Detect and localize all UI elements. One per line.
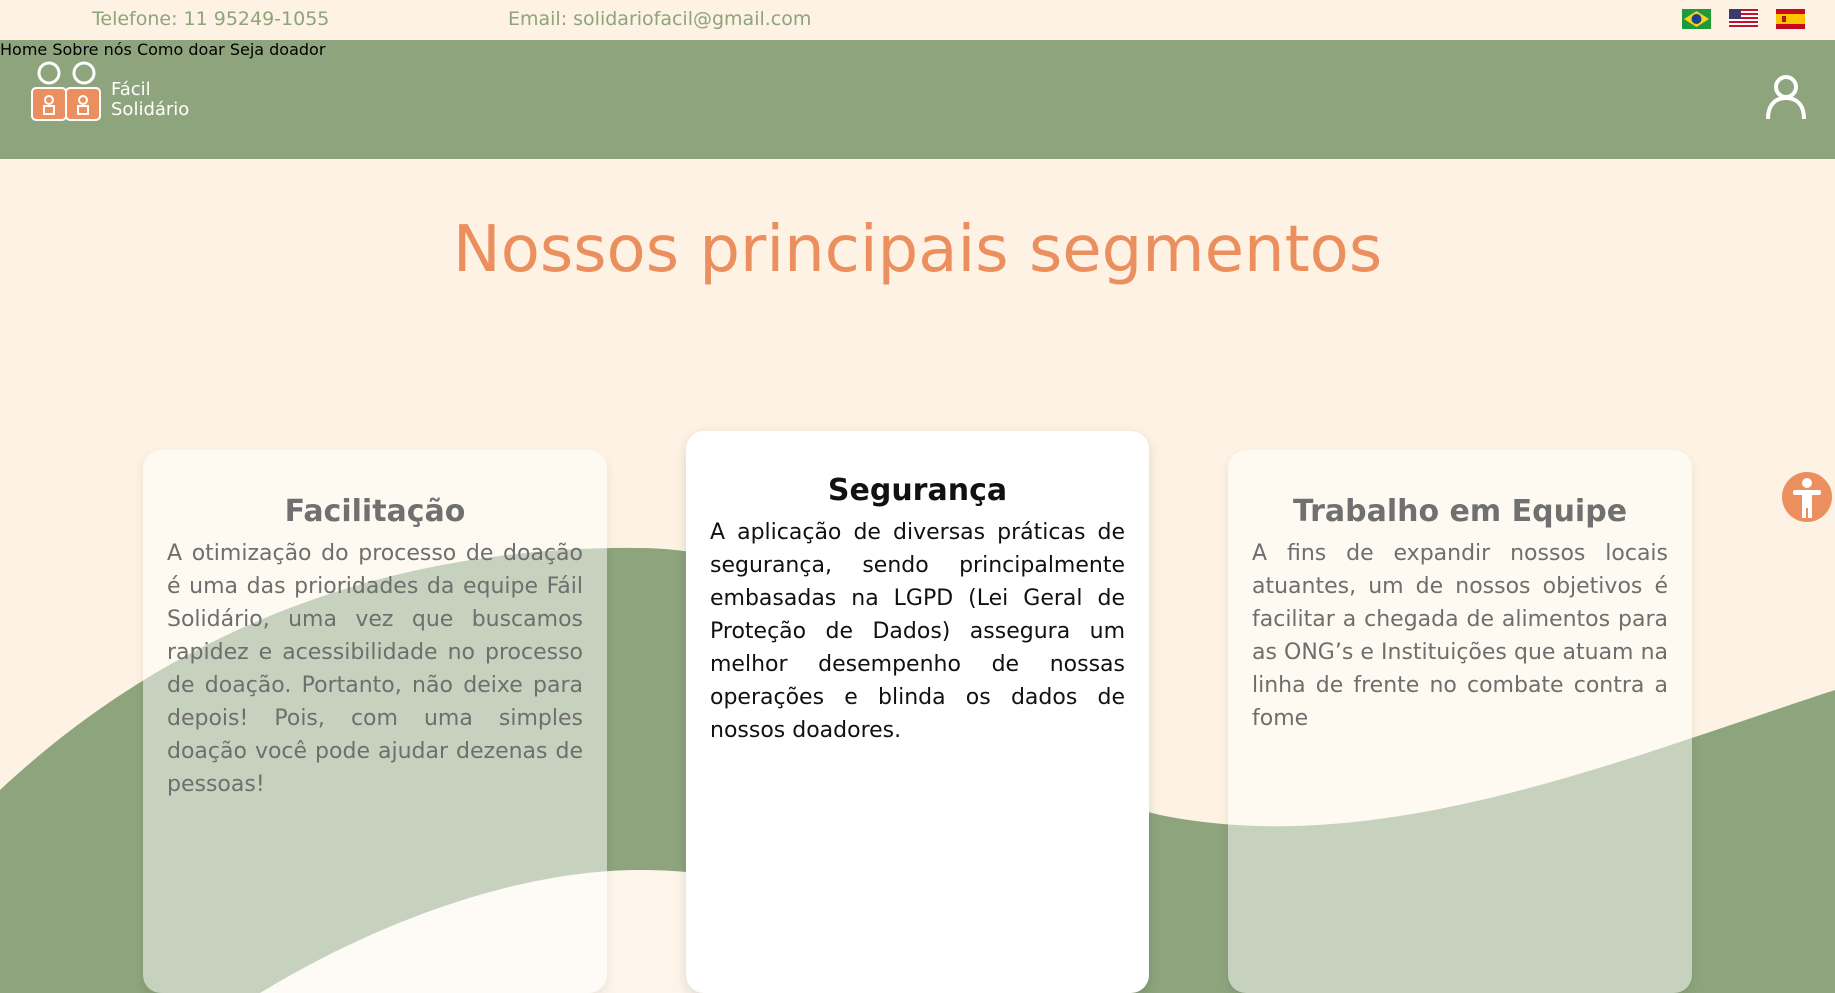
accessibility-icon <box>1793 478 1821 518</box>
card-title: Facilitação <box>284 494 466 529</box>
card-text: A otimização do processo de doação é uma… <box>167 541 583 797</box>
card-text: A fins de expandir nossos locais atuante… <box>1252 541 1668 731</box>
card-facilitacao: Facilitação A otimização do processo de … <box>143 450 607 993</box>
card-title: Trabalho em Equipe <box>1292 494 1628 529</box>
card-title: Segurança <box>827 473 1008 508</box>
card-trabalho-em-equipe: Trabalho em Equipe A fins de expandir no… <box>1228 450 1692 993</box>
card-seguranca: Segurança A aplicação de diversas prátic… <box>686 431 1149 993</box>
card-text: A aplicação de diversas práticas de segu… <box>710 520 1125 743</box>
page-title: Nossos principais segmentos <box>452 213 1383 287</box>
accessibility-button[interactable] <box>1782 472 1832 522</box>
